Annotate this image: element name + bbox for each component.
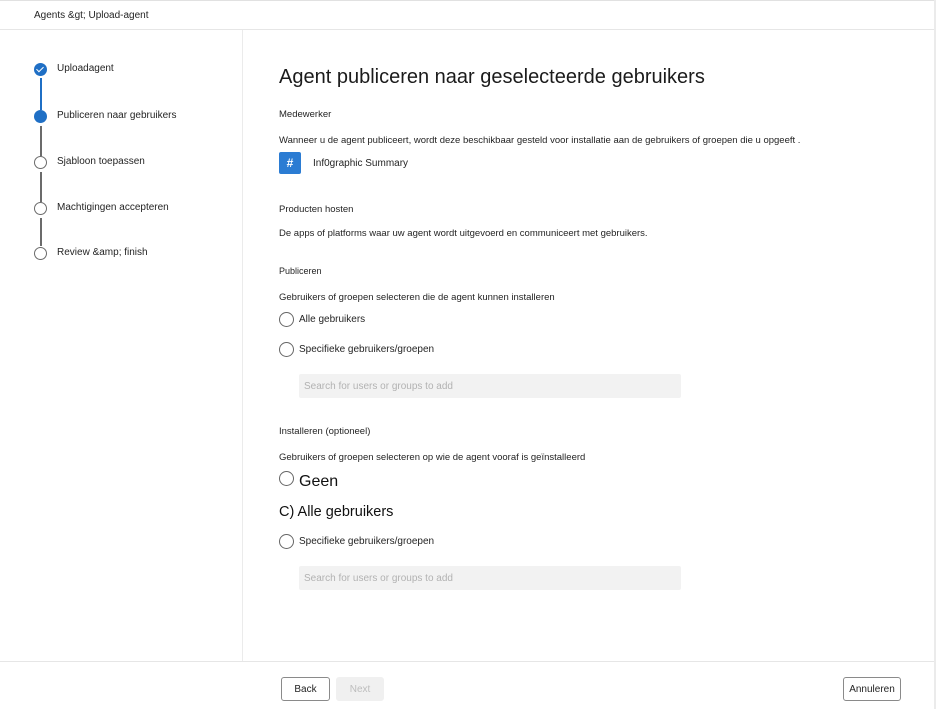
- wizard-steps-sidebar: Uploadagent Publiceren naar gebruikers S…: [0, 30, 243, 662]
- radio-button[interactable]: [279, 312, 294, 327]
- coworker-label: Medewerker: [279, 109, 332, 120]
- radio-label: Alle gebruikers: [299, 314, 366, 325]
- cancel-button[interactable]: Annuleren: [843, 677, 901, 701]
- install-section-label: Installeren (optioneel): [279, 426, 371, 437]
- pending-step-icon: [34, 156, 47, 169]
- publish-search-input[interactable]: [299, 374, 681, 398]
- breadcrumb: Agents &gt; Upload-agent: [34, 10, 149, 21]
- coworker-description: Wanneer u de agent publiceert, wordt dez…: [279, 135, 801, 146]
- radio-label: Specifieke gebruikers/groepen: [299, 344, 435, 355]
- pending-step-icon: [34, 247, 47, 260]
- step-label: Sjabloon toepassen: [57, 156, 145, 167]
- install-search-input[interactable]: [299, 566, 681, 590]
- next-button[interactable]: Next: [336, 677, 384, 701]
- checkmark-icon: [34, 63, 47, 76]
- page-title: Agent publiceren naar geselecteerde gebr…: [279, 66, 705, 88]
- radio-button[interactable]: [279, 471, 294, 486]
- publish-section-label: Publiceren: [279, 266, 322, 276]
- step-connector: [40, 218, 42, 246]
- radio-button[interactable]: [279, 342, 294, 357]
- hosts-description: De apps of platforms waar uw agent wordt…: [279, 228, 648, 239]
- radio-label: Geen: [299, 473, 339, 490]
- back-button[interactable]: Back: [281, 677, 330, 701]
- hosts-label: Producten hosten: [279, 204, 354, 215]
- top-bar: Agents &gt; Upload-agent: [0, 0, 936, 30]
- step-label: Review &amp; finish: [57, 247, 148, 258]
- step-connector: [40, 78, 42, 110]
- step-connector: [40, 172, 42, 202]
- publish-description: Gebruikers of groepen selecteren die de …: [279, 292, 555, 303]
- hash-icon: #: [279, 152, 301, 174]
- step-connector: [40, 126, 42, 156]
- step-label: Uploadagent: [57, 63, 114, 74]
- install-option-all-users[interactable]: C) Alle gebruikers: [279, 504, 393, 520]
- step-label: Publiceren naar gebruikers: [57, 110, 177, 121]
- step-label: Machtigingen accepteren: [57, 202, 169, 213]
- radio-button[interactable]: [279, 534, 294, 549]
- agent-name: Inf0graphic Summary: [313, 158, 409, 169]
- install-description: Gebruikers of groepen selecteren op wie …: [279, 452, 586, 463]
- footer-bar: Back Next Annuleren: [0, 661, 936, 709]
- pending-step-icon: [34, 202, 47, 215]
- radio-label: Specifieke gebruikers/groepen: [299, 536, 435, 547]
- current-step-icon: [34, 110, 47, 123]
